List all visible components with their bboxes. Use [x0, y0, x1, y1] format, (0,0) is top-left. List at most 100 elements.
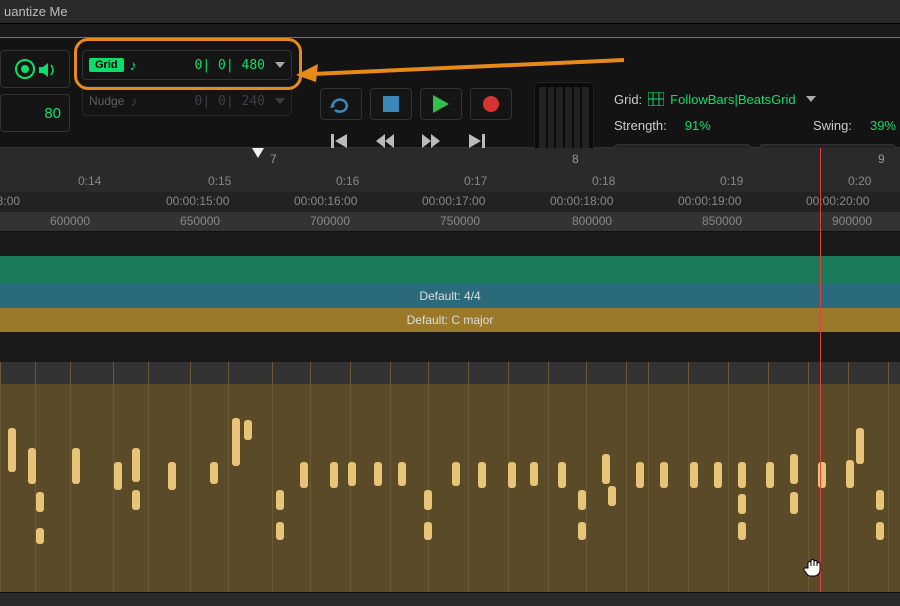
midi-note[interactable] [876, 490, 884, 510]
midi-note[interactable] [856, 428, 864, 464]
playhead[interactable] [820, 148, 821, 592]
midi-note[interactable] [276, 522, 284, 540]
midi-note[interactable] [508, 462, 516, 488]
status-bar [0, 592, 900, 606]
midi-note[interactable] [558, 462, 566, 488]
midi-note[interactable] [114, 462, 122, 490]
sample-label: 650000 [180, 214, 220, 228]
midi-note[interactable] [478, 462, 486, 488]
midi-note[interactable] [232, 418, 240, 466]
chevron-down-icon[interactable] [806, 96, 816, 102]
click-icon[interactable] [15, 59, 35, 79]
loop-button[interactable] [320, 88, 362, 120]
grid-line [0, 362, 1, 592]
midi-note[interactable] [636, 462, 644, 488]
midi-note[interactable] [738, 462, 746, 488]
swing-value[interactable]: 39% [870, 118, 896, 133]
midi-note[interactable] [132, 490, 140, 510]
midi-note[interactable] [738, 522, 746, 540]
timeline-ruler[interactable]: 789 0:140:150:160:170:180:190:20 0:13:00… [0, 148, 900, 232]
strength-value[interactable]: 91% [685, 118, 711, 133]
play-button[interactable] [420, 88, 462, 120]
grid-line [586, 362, 587, 592]
grid-line [468, 362, 469, 592]
grid-line [228, 362, 229, 592]
midi-note[interactable] [72, 448, 80, 484]
click-speaker-row [0, 50, 70, 88]
midi-note[interactable] [714, 462, 722, 488]
swing-label: Swing: [813, 118, 852, 133]
grid-line [390, 362, 391, 592]
note-icon: ♪ [130, 57, 137, 73]
time-label: 0:15 [208, 174, 231, 188]
bar-ruler[interactable]: 789 [0, 148, 900, 172]
speaker-icon[interactable] [37, 62, 55, 76]
time-label: 0:16 [336, 174, 359, 188]
midi-note[interactable] [608, 486, 616, 506]
nudge-selector[interactable]: Nudge ♪ 0| 0| 240 [82, 86, 292, 116]
grid-line [728, 362, 729, 592]
midi-note[interactable] [132, 448, 140, 482]
midi-editor[interactable] [0, 362, 900, 592]
grid-line [310, 362, 311, 592]
track-lane-green[interactable] [0, 256, 900, 284]
grid-line [428, 362, 429, 592]
midi-note[interactable] [578, 522, 586, 540]
midi-note[interactable] [348, 462, 356, 486]
midi-note[interactable] [374, 462, 382, 486]
time-label: 0:19 [720, 174, 743, 188]
loop-marker-icon[interactable] [252, 148, 264, 158]
midi-note[interactable] [876, 522, 884, 540]
midi-note[interactable] [8, 428, 16, 472]
midi-note[interactable] [602, 454, 610, 484]
track-gap [0, 332, 900, 362]
stop-button[interactable] [370, 88, 412, 120]
sample-label: 700000 [310, 214, 350, 228]
midi-note[interactable] [530, 462, 538, 486]
sample-label: 750000 [440, 214, 480, 228]
sample-label: 800000 [572, 214, 612, 228]
midi-note[interactable] [690, 462, 698, 488]
key-track[interactable]: Default: C major [0, 308, 900, 332]
midi-note[interactable] [452, 462, 460, 486]
midi-note[interactable] [28, 448, 36, 484]
bar-number: 9 [878, 152, 885, 166]
grid-line [70, 362, 71, 592]
metronome-cluster: 80 [0, 50, 70, 136]
timecode-ruler[interactable]: 0:13:0000:00:15:0000:00:16:0000:00:17:00… [0, 192, 900, 212]
transport-controls [320, 88, 512, 120]
grid-line [888, 362, 889, 592]
midi-note[interactable] [660, 462, 668, 488]
midi-note[interactable] [766, 462, 774, 488]
record-button[interactable] [470, 88, 512, 120]
midi-note[interactable] [36, 528, 44, 544]
seconds-ruler[interactable]: 0:140:150:160:170:180:190:20 [0, 172, 900, 192]
midi-note[interactable] [790, 492, 798, 514]
grid-mode-label: Grid: [614, 92, 642, 107]
midi-note[interactable] [244, 420, 252, 440]
midi-note[interactable] [300, 462, 308, 488]
grid-line [148, 362, 149, 592]
grid-mode-value[interactable]: FollowBars|BeatsGrid [670, 92, 795, 107]
midi-note[interactable] [398, 462, 406, 486]
midi-note[interactable] [36, 492, 44, 512]
midi-note[interactable] [424, 490, 432, 510]
grid-nudge-group: Grid ♪ 0| 0| 480 Nudge ♪ 0| 0| 240 [82, 50, 292, 122]
midi-note[interactable] [846, 460, 854, 488]
midi-note[interactable] [790, 454, 798, 484]
time-label: 0:20 [848, 174, 871, 188]
midi-note[interactable] [330, 462, 338, 488]
midi-note[interactable] [738, 494, 746, 514]
midi-note[interactable] [276, 490, 284, 510]
grid-selector[interactable]: Grid ♪ 0| 0| 480 [82, 50, 292, 80]
midi-note[interactable] [424, 522, 432, 540]
tempo-field[interactable]: 80 [0, 94, 70, 132]
midi-note[interactable] [210, 462, 218, 484]
grid-icon[interactable] [648, 92, 664, 106]
grid-value: 0| 0| 480 [195, 58, 265, 73]
time-signature-track[interactable]: Default: 4/4 [0, 284, 900, 308]
midi-note[interactable] [578, 490, 586, 510]
midi-note[interactable] [168, 462, 176, 490]
timecode-label: 0:13:00 [0, 194, 20, 208]
samples-ruler[interactable]: 6000006500007000007500008000008500009000… [0, 212, 900, 232]
